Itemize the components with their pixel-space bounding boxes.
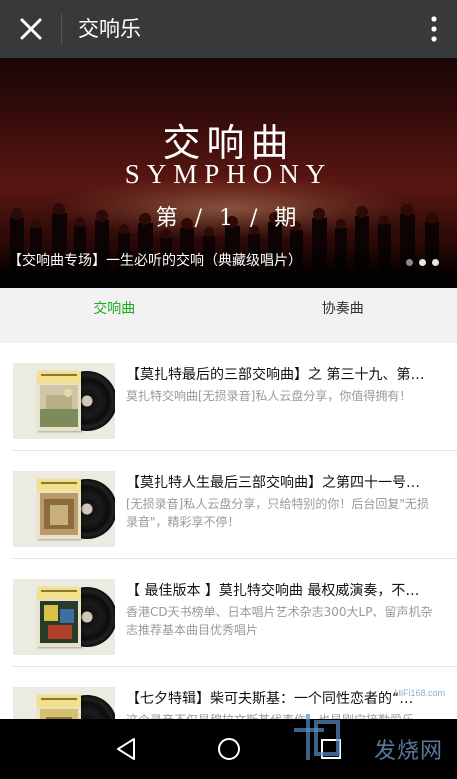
watermark-url: HiFi168.com (394, 688, 445, 698)
more-vertical-icon[interactable] (425, 12, 443, 46)
tab-symphony[interactable]: 交响曲 (0, 288, 229, 330)
article-title: 【莫扎特最后的三部交响曲】之 第三十九、第… (126, 367, 425, 383)
close-icon[interactable] (14, 12, 48, 46)
article-title: 【 最佳版本 】莫扎特交响曲 最权威演奏，不容… (126, 583, 426, 599)
recents-square-icon[interactable] (315, 733, 347, 765)
album-artwork (40, 493, 78, 535)
banner-carousel[interactable]: 交响曲 SYMPHONY 第 / 1 / 期 【交响曲专场】一生必听的交响（典藏… (0, 58, 457, 288)
article-description: 这个录音不仅是穆拉文斯基代表作，也是刚宁接勤爱乐 (126, 711, 438, 719)
carousel-dot[interactable] (406, 259, 413, 266)
list-item[interactable]: 【七夕特辑】柴可夫斯基：一个同性恋者的“悲怆” 这个录音不仅是穆拉文斯基代表作，… (0, 667, 457, 719)
banner-title-en: SYMPHONY (124, 159, 333, 189)
label-banner (37, 371, 81, 383)
article-description: 莫扎特交响曲[无损录音]私人云盘分享，你值得拥有！ (126, 389, 412, 403)
carousel-dot[interactable] (432, 259, 439, 266)
title-divider (61, 14, 62, 44)
label-banner (37, 587, 81, 599)
article-title: 【七夕特辑】柴可夫斯基：一个同性恋者的“悲怆” (126, 691, 426, 707)
page-title: 交响乐 (78, 17, 141, 41)
back-triangle-icon[interactable] (111, 733, 143, 765)
album-artwork (40, 709, 78, 719)
watermark-text: 发烧网 (373, 739, 443, 764)
article-title: 【莫扎特人生最后三部交响曲】之第四十一号交… (126, 475, 426, 491)
home-circle-icon[interactable] (213, 733, 245, 765)
album-cover (13, 363, 115, 439)
tab-concerto[interactable]: 协奏曲 (229, 288, 457, 330)
album-cover (13, 579, 115, 655)
label-banner (37, 479, 81, 491)
tabs-spacer (0, 330, 457, 343)
banner-issue: 第 / 1 / 期 (155, 206, 302, 231)
list-item[interactable]: 【莫扎特最后的三部交响曲】之 第三十九、第… 莫扎特交响曲[无损录音]私人云盘分… (0, 343, 457, 451)
album-cover (13, 471, 115, 547)
album-cover (13, 687, 115, 719)
category-tabs: 交响曲 协奏曲 (0, 288, 457, 330)
album-artwork (40, 601, 78, 643)
list-item[interactable]: 【莫扎特人生最后三部交响曲】之第四十一号交… [无损录音]私人云盘分享，只给特别… (0, 451, 457, 559)
carousel-dot-active[interactable] (419, 259, 426, 266)
label-banner (37, 695, 81, 707)
article-list[interactable]: 【莫扎特最后的三部交响曲】之 第三十九、第… 莫扎特交响曲[无损录音]私人云盘分… (0, 343, 457, 719)
article-description: [无损录音]私人云盘分享，只给特别的你！后台回复"无损录音"，精彩享不停！ (126, 497, 429, 529)
list-item[interactable]: 【 最佳版本 】莫扎特交响曲 最权威演奏，不容… 香港CD天书榜单、日本唱片艺术… (0, 559, 457, 667)
top-bar: 交响乐 (0, 0, 457, 58)
album-artwork (40, 385, 78, 427)
carousel-indicator (406, 259, 439, 266)
article-description: 香港CD天书榜单、日本唱片艺术杂志300大LP、留声机杂志推荐基本曲目优秀唱片 (126, 605, 433, 637)
banner-caption[interactable]: 【交响曲专场】一生必听的交响（典藏级唱片） (8, 251, 302, 271)
